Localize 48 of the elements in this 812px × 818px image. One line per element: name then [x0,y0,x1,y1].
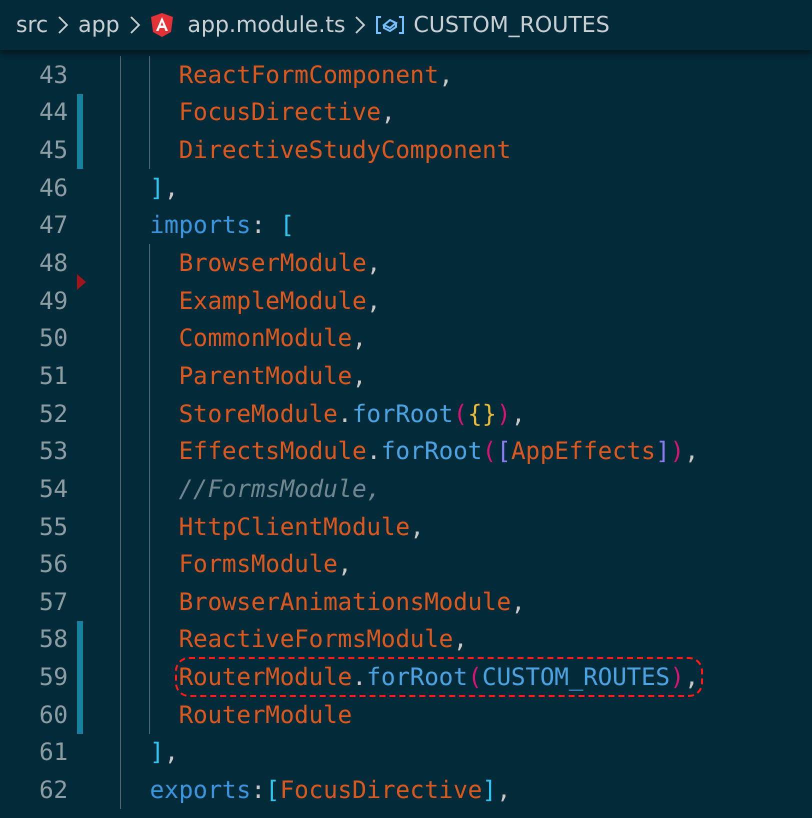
line-number: 50 [38,324,68,352]
chevron-icon [128,14,142,36]
code-line: FocusDirective, [178,97,396,128]
code-line: DirectiveStudyComponent [178,135,512,166]
line-number: 62 [38,776,68,804]
line-number: 56 [38,550,68,578]
code-line: FormsModule, [178,549,352,580]
line-number: 61 [38,738,68,766]
line-number: 47 [38,211,68,240]
code-line: BrowserAnimationsModule, [178,586,526,618]
chevron-icon [56,14,70,36]
code-line: ReactFormComponent, [178,60,454,91]
chevron-icon [353,14,368,36]
line-number: 57 [38,588,68,616]
line-number: 48 [38,249,68,278]
code-line: CommonModule, [178,323,367,354]
line-number: 44 [38,98,68,126]
symbol-icon [375,14,406,36]
code-line: ReactiveFormsModule, [178,624,468,656]
line-number: 58 [38,625,68,654]
breadcrumb-item[interactable]: src [16,12,48,38]
breadcrumb-item[interactable]: app [78,12,120,38]
breadcrumb-item[interactable]: CUSTOM_ROUTES [413,12,610,38]
code-line: StoreModule.forRoot({}), [178,398,526,430]
code-line: BrowserModule, [178,248,381,280]
line-number: 59 [38,663,68,692]
code-line: ParentModule, [178,360,367,392]
line-number: 55 [38,512,68,540]
code-line: //FormsModule, [178,474,381,505]
breadcrumb-item[interactable]: app.module.ts [188,12,346,38]
line-number: 45 [38,136,68,164]
code-line: ], [150,172,179,204]
line-number: 51 [38,362,68,390]
line-number: 43 [38,60,68,89]
line-number: 49 [38,286,68,315]
line-number: 52 [38,400,68,428]
code-line: HttpClientModule, [178,512,424,542]
code-line: ExampleModule, [178,286,381,317]
line-number: 60 [38,700,68,729]
angular-icon [150,12,174,38]
code-line: exports:[FocusDirective], [150,774,512,806]
line-number: 54 [38,474,68,503]
line-number: 46 [38,174,68,202]
code-line: ], [150,737,179,768]
code-line: RouterModule [178,700,352,731]
line-number: 53 [38,437,68,466]
code-line: EffectsModule.forRoot([AppEffects]), [178,436,699,468]
code-line: imports: [ [150,210,294,242]
